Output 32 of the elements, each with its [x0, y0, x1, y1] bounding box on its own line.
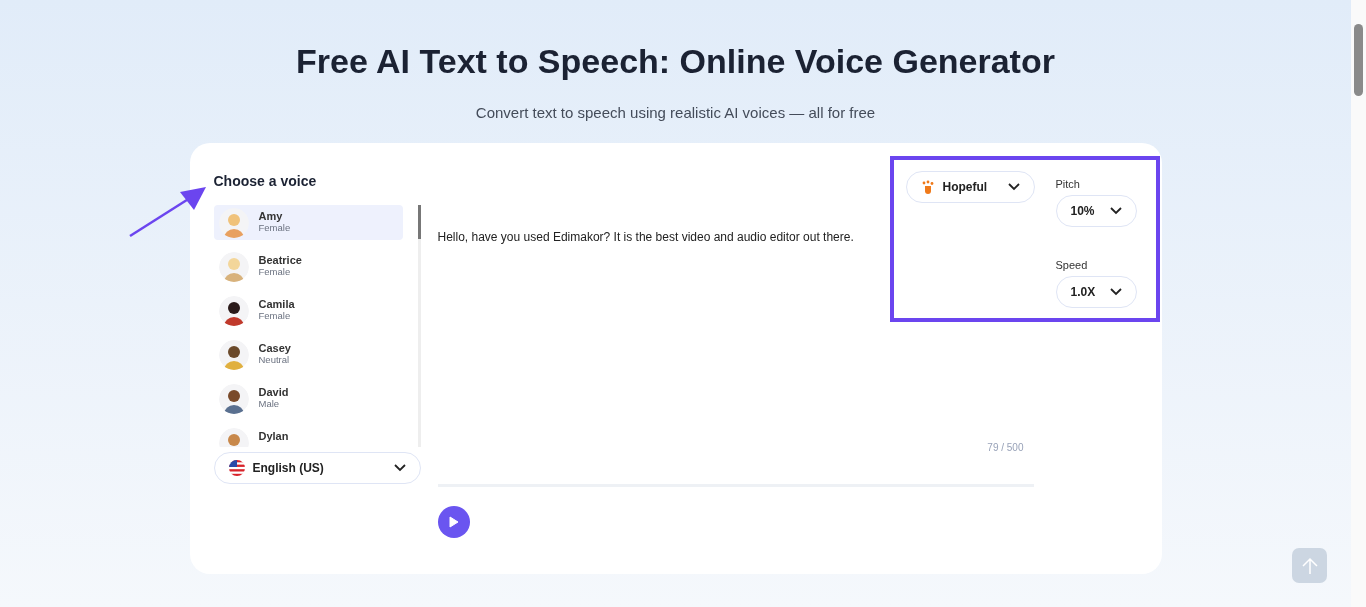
arrow-up-icon: [1301, 556, 1318, 575]
voice-item[interactable]: David Male: [213, 381, 403, 416]
voice-item[interactable]: Beatrice Female: [213, 249, 403, 284]
avatar-icon: [218, 339, 249, 370]
voice-item[interactable]: Camila Female: [213, 293, 403, 328]
arrow-icon: [128, 186, 208, 238]
character-counter: 79 / 500: [987, 442, 1024, 453]
page-title: Free AI Text to Speech: Online Voice Generator: [296, 42, 1055, 82]
dropdown[interactable]: Hopeful: [905, 171, 1035, 203]
avatar-icon: [218, 383, 249, 414]
dropdown[interactable]: 1.0X: [1055, 276, 1137, 308]
dropdown[interactable]: English (US): [213, 452, 421, 484]
chevron-down-icon: [1109, 288, 1122, 296]
input-text[interactable]: Hello, have you used Edimakor? It is the best video and audio editor out there.: [437, 230, 1034, 442]
avatar-icon: [218, 295, 249, 326]
avatar-icon: [218, 251, 249, 282]
field-label: Speed: [1055, 259, 1089, 271]
scrollbar[interactable]: [1351, 0, 1366, 607]
flag-icon: [228, 460, 245, 476]
section-heading: Choose a voice: [213, 173, 318, 189]
chevron-down-icon: [1007, 183, 1020, 191]
play-icon: [448, 516, 459, 528]
field-label: Pitch: [1055, 178, 1081, 190]
chevron-down-icon: [393, 464, 406, 472]
voice-item[interactable]: Amy Female: [213, 205, 403, 240]
chevron-down-icon: [1109, 207, 1122, 215]
hand-icon: [920, 180, 935, 194]
dropdown[interactable]: 10%: [1055, 195, 1137, 227]
avatar-icon: [218, 207, 249, 238]
page-subtitle: Convert text to speech using realistic AI voices — all for free: [475, 104, 876, 121]
play-button[interactable]: [437, 506, 470, 538]
voice-item[interactable]: Casey Neutral: [213, 337, 403, 372]
